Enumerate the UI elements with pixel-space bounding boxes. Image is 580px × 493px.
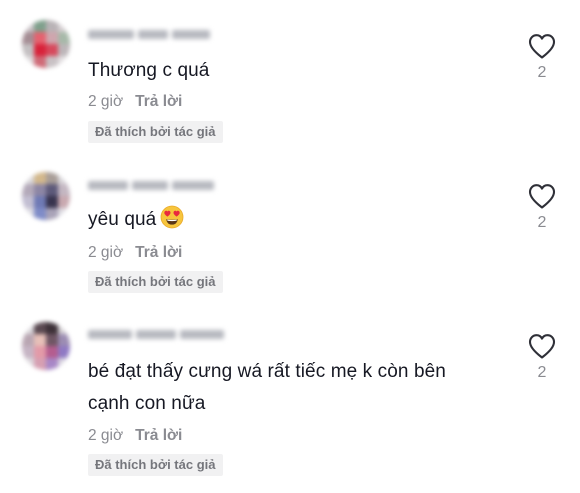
comment-text-line: bé đạt thấy cưng wá rất tiếc mẹ k còn bê… — [88, 361, 446, 382]
comment-text-line: cạnh con nữa — [88, 393, 206, 414]
like-button[interactable]: 2 — [527, 332, 557, 382]
avatar[interactable] — [22, 322, 70, 370]
heart-outline-icon[interactable] — [527, 332, 557, 360]
comment-text: bé đạt thấy cưng wá rất tiếc mẹ k còn bê… — [88, 356, 446, 420]
like-count: 2 — [537, 364, 547, 381]
liked-by-author-badge: Đã thích bởi tác giả — [88, 454, 223, 476]
comment-meta: 2 giờ Trả lời — [88, 427, 182, 445]
reply-button[interactable]: Trả lời — [135, 427, 182, 444]
comment-time: 2 giờ — [88, 427, 124, 444]
comment-item: bé đạt thấy cưng wá rất tiếc mẹ k còn bê… — [0, 0, 580, 493]
username-blurred[interactable] — [88, 330, 224, 342]
